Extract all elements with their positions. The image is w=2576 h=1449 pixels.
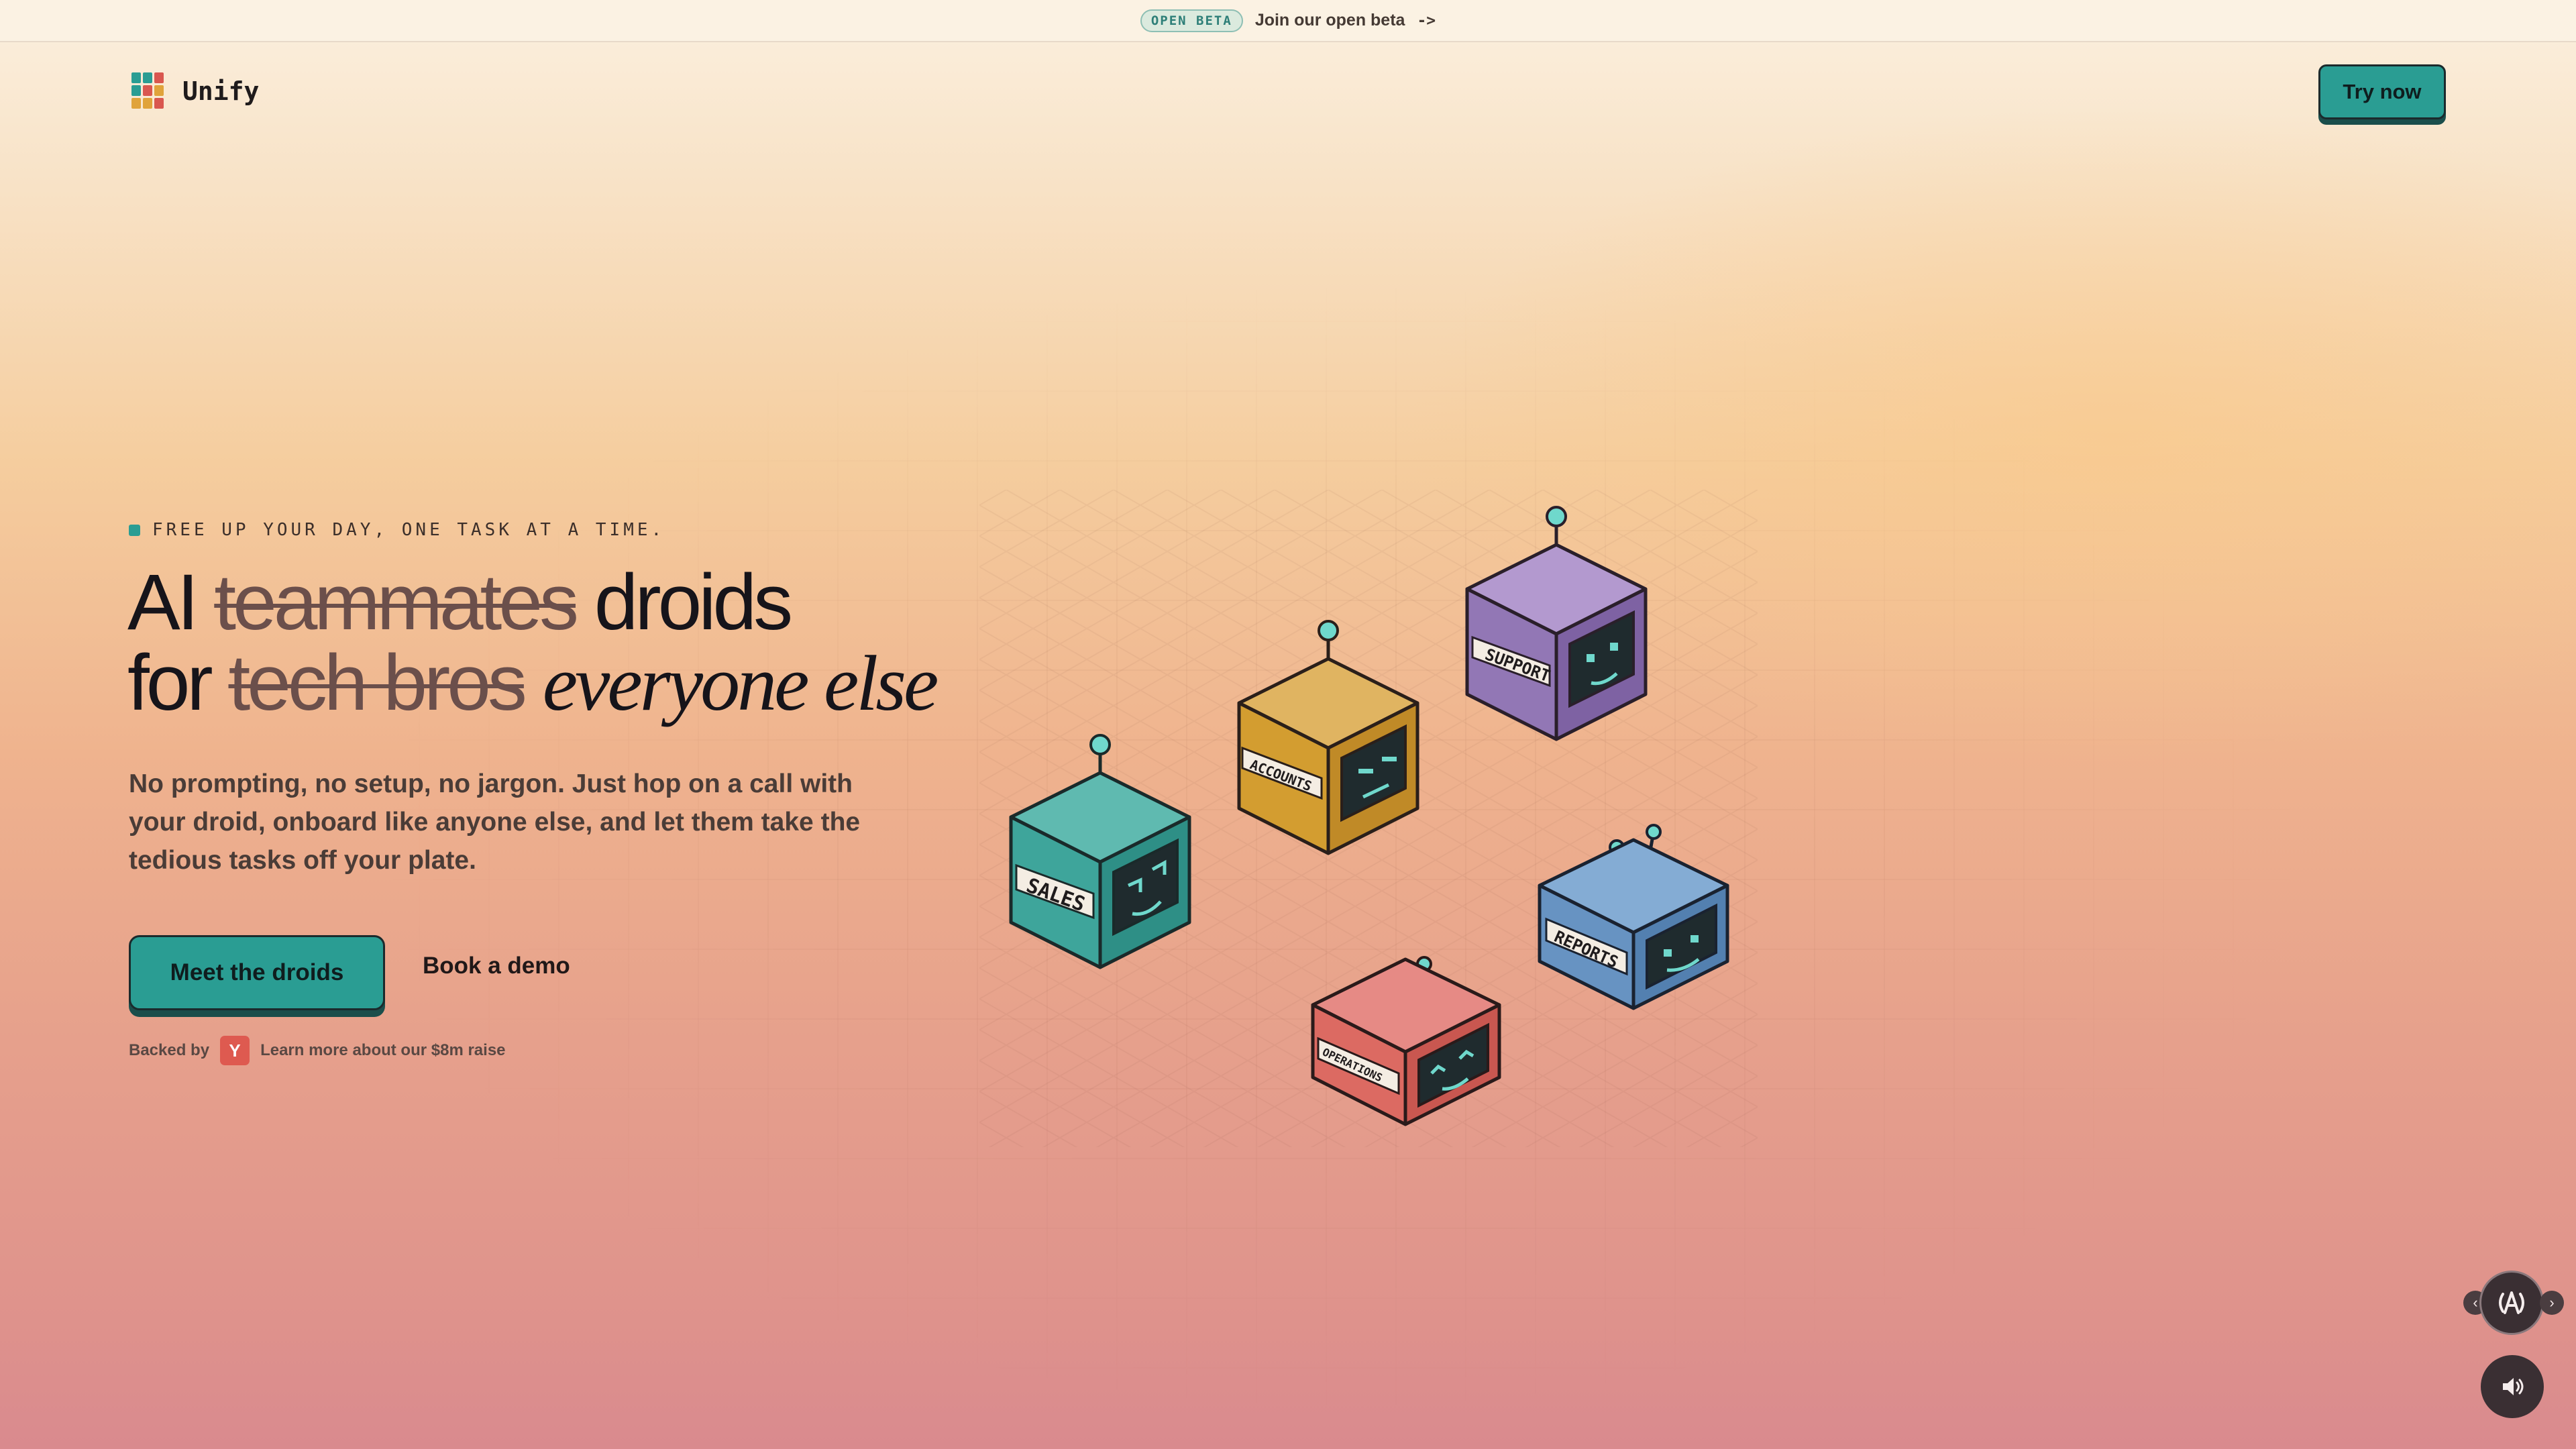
headline-for: for xyxy=(127,639,213,727)
sound-toggle-button[interactable] xyxy=(2481,1355,2544,1418)
speaker-icon xyxy=(2503,1378,2524,1395)
raise-link[interactable]: Learn more about our $8m raise xyxy=(260,1041,505,1060)
hero-eyebrow: FREE UP YOUR DAY, ONE TASK AT A TIME. xyxy=(129,520,665,540)
headline-strike-teammates: teammates xyxy=(214,558,579,647)
backed-by-label: Backed by xyxy=(129,1041,210,1059)
headline-ai: AI xyxy=(127,558,199,647)
open-beta-badge: OPEN BETA xyxy=(1140,9,1243,32)
droids-illustration: SUPPORT ACCOUNTS SALES REPORTS OPERATION… xyxy=(979,490,1758,1147)
voice-agent-button[interactable] xyxy=(2479,1271,2544,1335)
chevron-right-icon[interactable]: › xyxy=(2540,1291,2564,1315)
arrow-right-icon: -> xyxy=(1417,11,1436,30)
y-combinator-logo: Y xyxy=(220,1036,250,1065)
brand-logo[interactable]: Unify xyxy=(131,72,259,110)
hero-subtext: No prompting, no setup, no jargon. Just … xyxy=(129,769,861,875)
eyebrow-dot-icon xyxy=(129,524,140,536)
headline-everyone-else: everyone else xyxy=(542,639,939,727)
backed-by-row: Backed by Y Learn more about our $8m rai… xyxy=(129,1036,506,1065)
try-now-button[interactable]: Try now xyxy=(2318,64,2446,119)
announcement-bar[interactable]: OPEN BETA Join our open beta -> xyxy=(0,0,2576,42)
brand-name: Unify xyxy=(182,76,260,106)
announcement-link[interactable]: Join our open beta xyxy=(1255,11,1405,30)
eyebrow-text: FREE UP YOUR DAY, ONE TASK AT A TIME. xyxy=(152,520,665,540)
headline-droids: droids xyxy=(594,558,793,647)
voice-agent-icon xyxy=(2499,1291,2524,1314)
hero-headline: AI teammates droids for tech bros everyo… xyxy=(127,562,939,727)
unify-logo-icon xyxy=(131,72,165,110)
book-a-demo-link[interactable]: Book a demo xyxy=(423,953,570,979)
headline-strike-tech-bros: tech bros xyxy=(228,639,527,727)
meet-the-droids-button[interactable]: Meet the droids xyxy=(129,935,385,1010)
